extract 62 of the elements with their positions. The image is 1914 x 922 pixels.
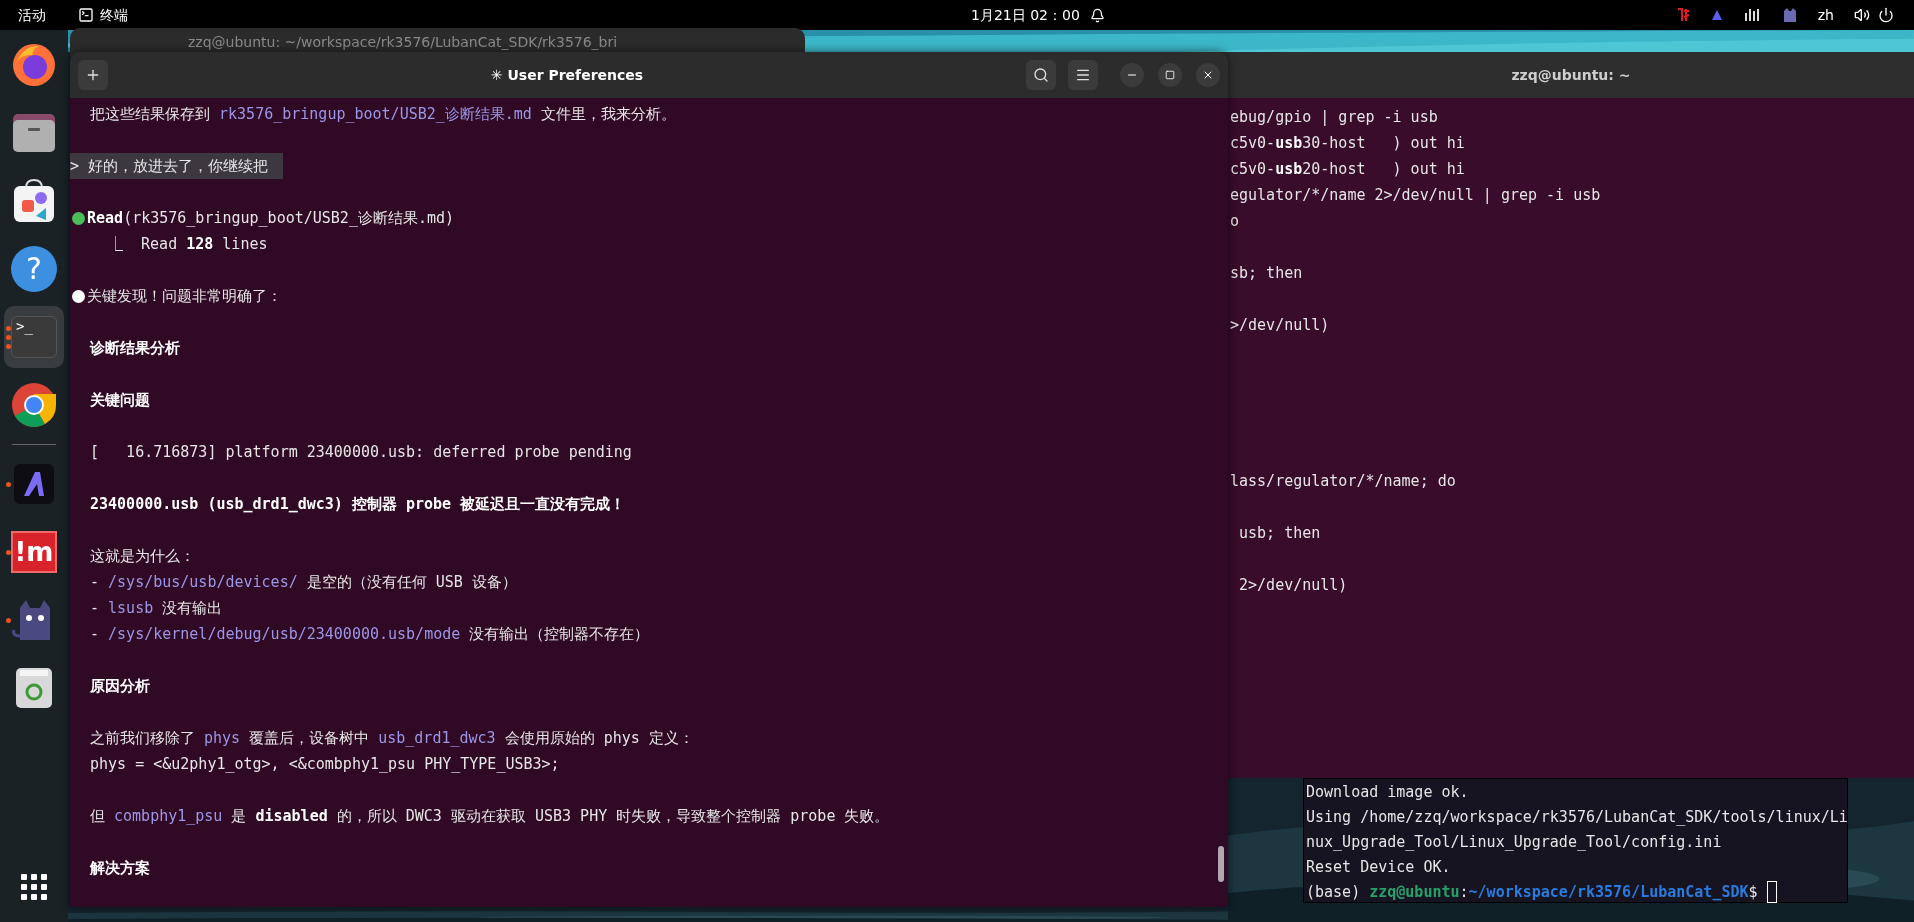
terminal-line: sb; then [1230,263,1303,284]
window-title: zzq@ubuntu: ~/workspace/rk3576/LubanCat_SDK/rk3576_bri [188,33,618,52]
plus-icon [85,67,101,83]
app-menu-label[interactable]: 终端 [100,4,128,26]
a-logo-icon[interactable] [14,464,54,504]
trash-icon[interactable] [14,666,54,710]
terminal-line: [ 16.716873] platform 23400000.usb: deferred probe pending [89,442,632,463]
tray-app-icon[interactable] [1709,8,1724,22]
volume-icon[interactable] [1854,7,1870,23]
tool-result-line: ⎿ Read 128 lines [107,234,268,255]
window-title: ✳ User Preferences [489,65,645,85]
terminal-line: phys = <&u2phy1_otg>, <&combphy1_psu PHY_TYPE_USB3>; [89,754,560,775]
tray-bars-icon[interactable] [1743,7,1762,23]
terminal-line: 解决方案 [89,858,150,879]
terminal-line: Read(rk3576_bringup_boot/USB2_诊断结果.md) [87,208,455,229]
terminal-line: 2>/dev/null) [1238,575,1348,596]
tray-app-icon[interactable] [1675,7,1690,23]
terminal-line: o [1230,211,1240,232]
terminal-line: usb; then [1238,523,1321,544]
terminal-line: - /sys/bus/usb/devices/ 是空的（没有任何 USB 设备） [89,572,517,593]
chrome-browser-icon[interactable] [10,381,58,429]
minimize-button[interactable] [1120,63,1144,87]
terminal-line: 这就是为什么： [89,546,195,567]
terminal-line: 原因分析 [89,676,150,697]
terminal-line: 诊断结果分析 [88,338,180,359]
fox-browser-icon[interactable] [11,42,57,88]
terminal-line: 把这些结果保存到 rk3576_bringup_boot/USB2_诊断结果.md 文件里，我来分析。 [89,104,676,125]
terminal-line: 之前我们移除了 phys 覆盖后，设备树中 usb_drd1_dwc3 会使用原始的 phys 定义： [89,728,694,749]
folder-icon[interactable] [11,112,57,154]
maximize-button[interactable] [1158,63,1182,87]
terminal-line: 关键发现！问题非常明确了： [87,286,282,307]
search-icon [1033,67,1049,83]
terminal-line: egulator/*/name 2>/dev/null | grep -i usb [1230,185,1601,206]
terminal-icon[interactable]: >_ [11,316,57,358]
terminal-line: 23400000.usb (usb_drd1_dwc3) 控制器 probe 被延迟且一直没有完成！ [89,494,626,515]
terminal-icon [78,7,94,23]
power-icon[interactable] [1878,7,1894,23]
maximize-icon [1165,70,1175,80]
terminal-line: 关键问题 [89,390,150,411]
app-grid-icon[interactable] [21,874,47,900]
close-button[interactable] [1196,63,1220,87]
terminal-line: lass/regulator/*/name; do [1230,471,1456,492]
im-app-icon[interactable]: !m [11,531,57,573]
terminal-line: ebug/gpio | grep -i usb [1230,107,1438,128]
activities-label[interactable]: 活动 [18,4,46,26]
menu-icon [1075,67,1091,83]
search-button[interactable] [1026,60,1056,90]
terminal-line: - /sys/kernel/debug/usb/23400000.usb/mode 没有输出（控制器不存在） [89,624,650,645]
terminal-line: 但 combphy1_psu 是 disabled 的，所以 DWC3 驱动在获取 USB3 PHY 时失败，导致整个控制器 probe 失败。 [89,806,890,827]
terminal-line: c5v0-usb20-host ) out hi [1230,159,1465,180]
input-language-label[interactable]: zh [1817,4,1834,26]
close-icon [1202,69,1214,81]
window-title: zzq@ubuntu: ~ [1511,65,1631,85]
new-tab-button[interactable] [78,60,108,90]
menu-button[interactable] [1068,60,1098,90]
clock[interactable]: 1月21日 02：00 [971,4,1080,26]
shopping-bag-icon[interactable] [12,178,56,224]
terminal-line: - lsusb 没有输出 [89,598,223,619]
scrollbar[interactable] [1218,846,1224,882]
bell-icon [1089,7,1105,23]
terminal-line: c5v0-usb30-host ) out hi [1230,133,1465,154]
terminal-line: >/dev/null) [1230,315,1330,336]
